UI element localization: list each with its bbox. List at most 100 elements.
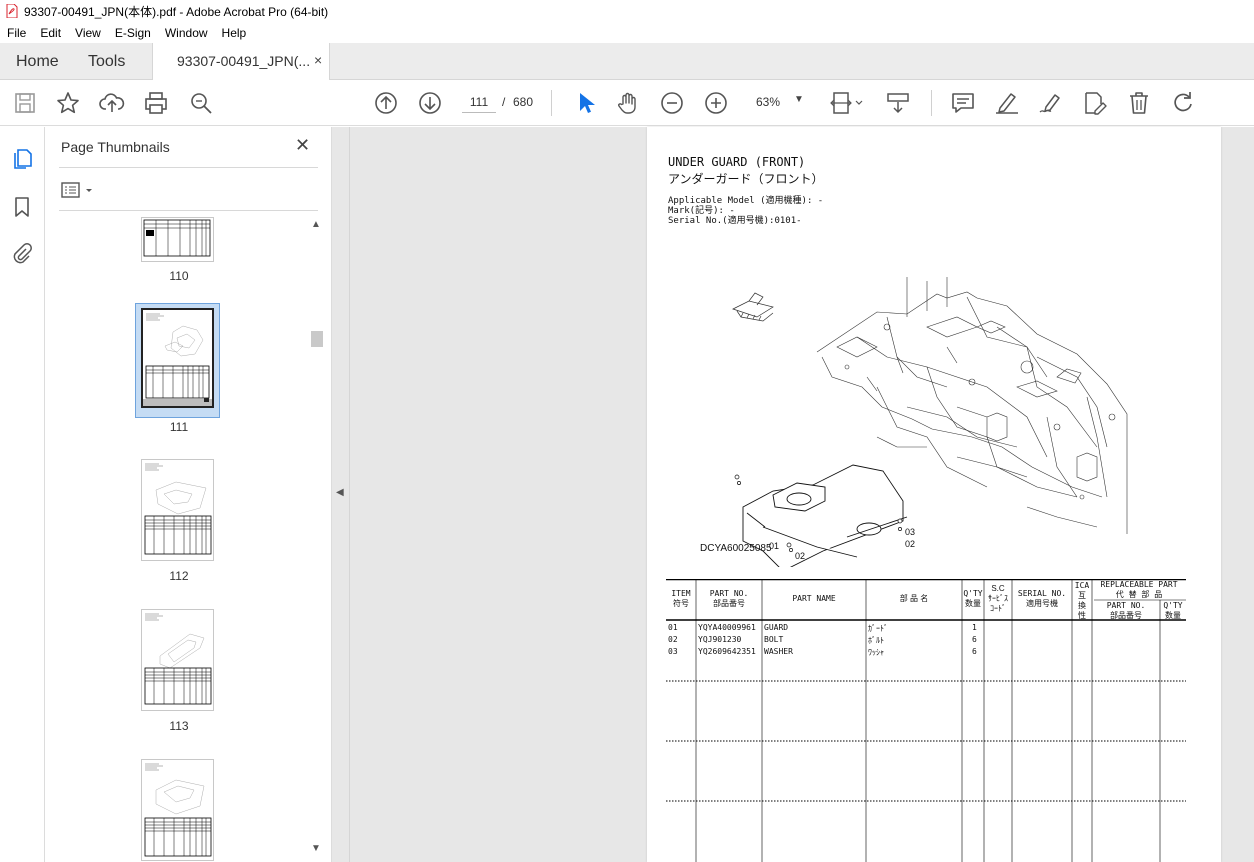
- menu-bar: File Edit View E-Sign Window Help: [0, 22, 1254, 43]
- page-number-input[interactable]: [462, 91, 496, 113]
- header-ica: ICA 互 換 性: [1074, 581, 1090, 620]
- menu-help[interactable]: Help: [215, 26, 254, 40]
- page-title-japanese: アンダーガード（フロント）: [668, 172, 824, 186]
- header-item: ITEM 符号: [671, 589, 691, 608]
- thumbnail-image: [141, 459, 214, 561]
- thumbnail-options-button[interactable]: [61, 181, 95, 199]
- thumbnail-list: 110 111 112 113: [59, 217, 309, 862]
- header-qty: Q'TY 数量: [963, 589, 983, 608]
- attachment-paperclip-icon[interactable]: [10, 241, 34, 265]
- zoom-out-icon[interactable]: [659, 90, 685, 116]
- scroll-down-icon[interactable]: ▼: [311, 843, 321, 854]
- previous-page-icon[interactable]: [373, 90, 399, 116]
- thumbnail-image: [141, 609, 214, 711]
- edit-document-icon[interactable]: [1082, 90, 1108, 116]
- menu-esign[interactable]: E-Sign: [108, 26, 158, 40]
- callout-02: 02: [905, 539, 915, 549]
- thumbnail-page-number: 111: [169, 420, 189, 434]
- collapse-panel-icon[interactable]: ◀: [336, 487, 344, 498]
- row-part-name: GUARD: [764, 623, 789, 632]
- thumbnail-page-number: 113: [169, 719, 189, 733]
- zoom-level-dropdown[interactable]: 63% ▼: [748, 91, 806, 113]
- row-jp-name: ﾎﾞﾙﾄ: [868, 636, 884, 645]
- upload-cloud-icon[interactable]: [99, 90, 125, 116]
- tab-tools[interactable]: Tools: [88, 43, 125, 80]
- thumbnail-scrollbar[interactable]: ▲ ▼: [309, 217, 323, 862]
- row-jp-name: ﾜｯｼｬ: [868, 648, 884, 657]
- menu-edit[interactable]: Edit: [33, 26, 68, 40]
- highlight-pen-icon[interactable]: [994, 90, 1020, 116]
- toolbar-divider: [551, 90, 552, 116]
- redo-icon[interactable]: [1170, 90, 1196, 116]
- star-icon[interactable]: [55, 90, 81, 116]
- thumbnail-image: [141, 217, 214, 262]
- page-separator: /: [502, 95, 506, 109]
- header-part-name: PART NAME: [792, 594, 836, 603]
- header-jp-name: 部 品 名: [899, 594, 929, 603]
- zoom-level-value: 63%: [756, 95, 781, 109]
- row-item: 03: [668, 647, 678, 656]
- header-replaceable: REPLACEABLE PART 代 替 部 品: [1100, 580, 1178, 599]
- panel-divider: [59, 167, 318, 168]
- sign-pen-icon[interactable]: [1038, 90, 1064, 116]
- scroll-up-icon[interactable]: ▲: [311, 219, 321, 230]
- toolbar-divider: [931, 90, 932, 116]
- tab-home[interactable]: Home: [16, 43, 59, 80]
- zoom-in-icon[interactable]: [703, 90, 729, 116]
- drawing-code: DCYA60025085: [700, 543, 772, 554]
- page-thumbnails-icon[interactable]: [10, 147, 34, 171]
- serial-line: Serial No.(適用号機):0101-: [668, 216, 802, 226]
- row-part-name: WASHER: [764, 647, 793, 656]
- row-qty: 1: [972, 623, 977, 632]
- panel-title: Page Thumbnails: [61, 139, 170, 155]
- parts-exploded-drawing: 03 02 01 02 03 02: [727, 277, 1128, 567]
- pdf-page: UNDER GUARD (FRONT) アンダーガード（フロント） Applic…: [647, 127, 1221, 862]
- scrollbar-thumb[interactable]: [311, 331, 323, 347]
- row-qty: 6: [972, 635, 977, 644]
- row-part-no: YQYA40009961: [698, 623, 756, 632]
- page-fit-icon[interactable]: [830, 90, 864, 116]
- select-cursor-icon[interactable]: [572, 90, 598, 116]
- callout-03: 03: [905, 527, 915, 537]
- print-icon[interactable]: [143, 90, 169, 116]
- row-part-no: YQJ901230: [698, 635, 742, 644]
- row-item: 02: [668, 635, 678, 644]
- tab-document[interactable]: 93307-00491_JPN(... ×: [152, 43, 330, 81]
- chevron-down-icon: ▼: [794, 94, 804, 105]
- window-title: 93307-00491_JPN(本体).pdf - Adobe Acrobat …: [24, 4, 329, 19]
- tab-document-label: 93307-00491_JPN(...: [177, 53, 311, 69]
- menu-window[interactable]: Window: [158, 26, 215, 40]
- acrobat-pdf-icon: [6, 3, 18, 19]
- title-bar: 93307-00491_JPN(本体).pdf - Adobe Acrobat …: [0, 0, 1254, 22]
- thumbnail-page-number: 112: [169, 569, 189, 583]
- close-tab-icon[interactable]: ×: [314, 52, 322, 68]
- thumbnail-page-number: 110: [169, 269, 189, 283]
- panel-divider: [59, 210, 318, 211]
- close-panel-icon[interactable]: ✕: [295, 135, 310, 156]
- scroll-mode-icon[interactable]: [885, 90, 911, 116]
- row-jp-name: ｶﾞｰﾄﾞ: [868, 624, 888, 633]
- total-pages: 680: [513, 95, 534, 109]
- menu-view[interactable]: View: [68, 26, 108, 40]
- row-item: 01: [668, 623, 678, 632]
- comment-icon[interactable]: [950, 90, 976, 116]
- row-part-name: BOLT: [764, 635, 784, 644]
- callout-02: 02: [795, 551, 805, 561]
- thumbnail-image: [141, 308, 214, 408]
- tab-bar: Home Tools 93307-00491_JPN(... ×: [0, 43, 1254, 81]
- header-rep-qty: Q'TY 数量: [1163, 601, 1183, 620]
- save-icon[interactable]: [12, 90, 38, 116]
- trash-icon[interactable]: [1126, 90, 1152, 116]
- row-qty: 6: [972, 647, 977, 656]
- zoom-search-icon[interactable]: [188, 90, 214, 116]
- menu-file[interactable]: File: [0, 26, 33, 40]
- header-serial-no: SERIAL NO. 適用号機: [1017, 589, 1067, 608]
- next-page-icon[interactable]: [417, 90, 443, 116]
- header-part-no: PART NO. 部品番号: [709, 589, 749, 608]
- header-sc: S.C ｻｰﾋﾞｽ ｺｰﾄﾞ: [988, 584, 1008, 613]
- bookmark-icon[interactable]: [10, 195, 34, 219]
- hand-tool-icon[interactable]: [615, 90, 641, 116]
- document-viewer: ◀ UNDER GUARD (FRONT) アンダーガード（フロント） Appl…: [332, 127, 1254, 862]
- thumbnail-image: [141, 759, 214, 861]
- panel-splitter[interactable]: [349, 127, 350, 862]
